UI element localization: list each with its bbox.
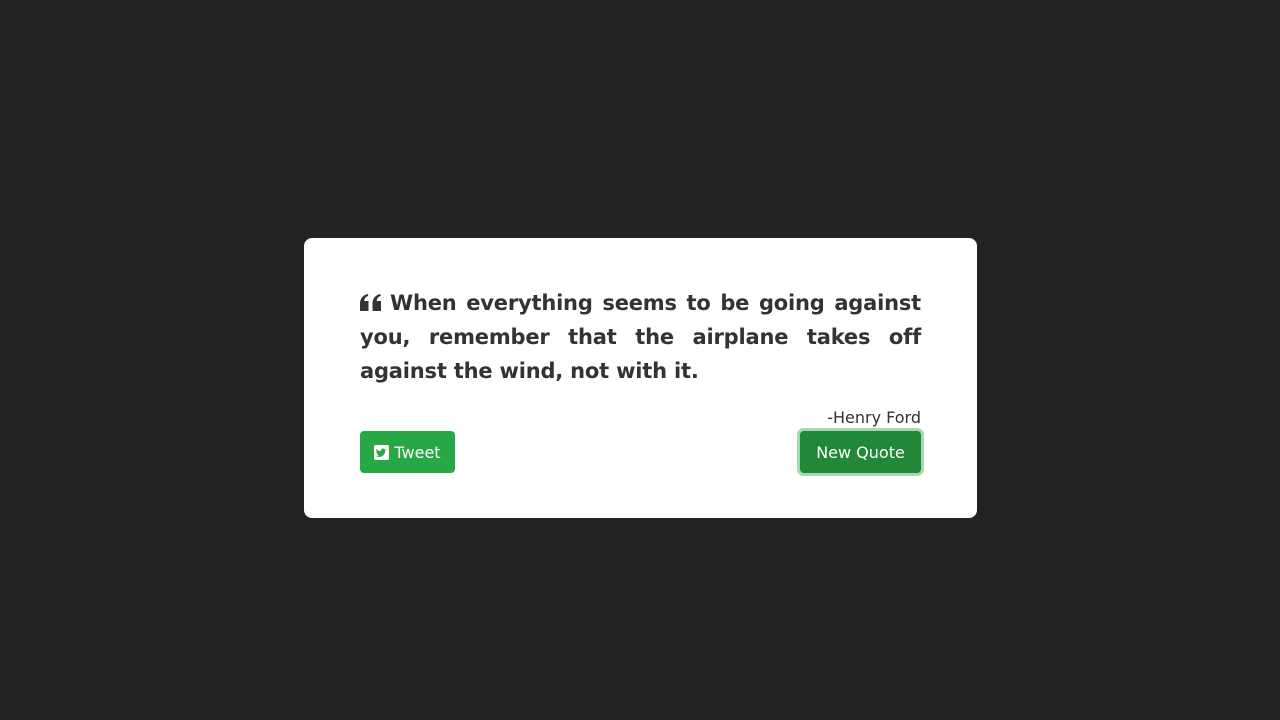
quote-box: When everything seems to be going agains… <box>304 238 977 518</box>
new-quote-button[interactable]: New Quote <box>800 431 921 473</box>
quote-left-icon <box>360 294 382 312</box>
quote-text: When everything seems to be going agains… <box>360 291 921 383</box>
tweet-label: Tweet <box>394 442 441 462</box>
twitter-square-icon <box>374 444 390 460</box>
quote-author: -Henry Ford <box>827 408 921 427</box>
page: When everything seems to be going agains… <box>0 0 1280 720</box>
tweet-button[interactable]: Tweet <box>360 431 455 473</box>
quote-paragraph: When everything seems to be going agains… <box>360 286 921 388</box>
